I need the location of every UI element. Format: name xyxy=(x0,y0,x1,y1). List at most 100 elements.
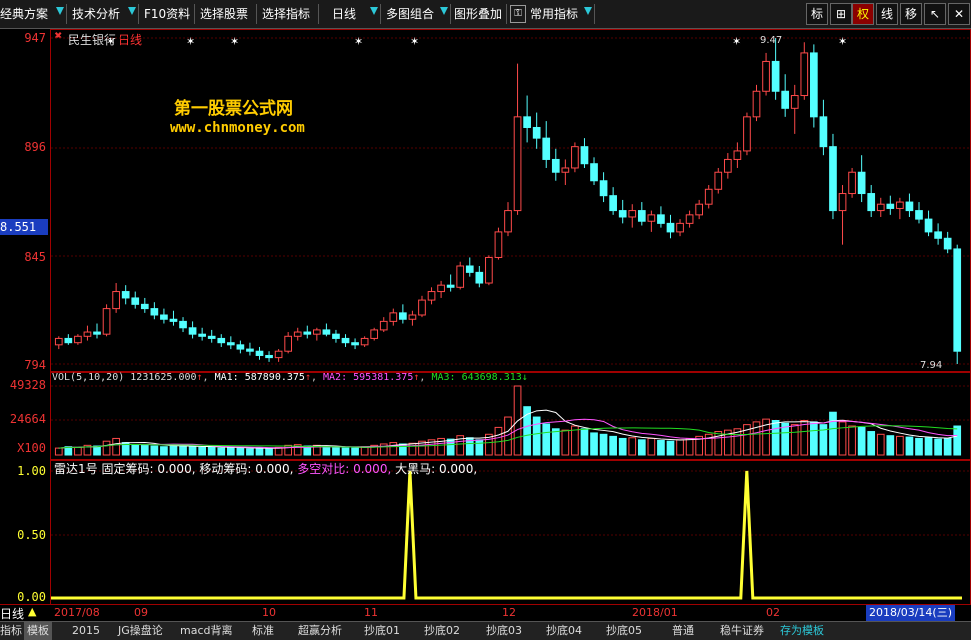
candle-body xyxy=(714,171,723,190)
tab-bottom02[interactable]: 抄底02 xyxy=(424,622,460,640)
candle-body xyxy=(284,335,293,352)
fixed-chips-value: 0.000, xyxy=(157,462,196,476)
date-tick: 2017/08 xyxy=(54,606,100,619)
marker-star-icon: ✶ xyxy=(410,35,419,48)
candle-body xyxy=(628,210,637,218)
candle-body xyxy=(312,329,321,335)
candle-body xyxy=(207,335,216,339)
candle-body xyxy=(876,203,885,212)
ma2-value: 595381.375 xyxy=(353,372,414,383)
tab-super-win[interactable]: 超赢分析 xyxy=(298,622,342,640)
radar-panel[interactable] xyxy=(50,459,971,606)
candle-body xyxy=(265,354,273,359)
tab-bottom03[interactable]: 抄底03 xyxy=(486,622,522,640)
candle-body xyxy=(64,337,73,344)
candle-body xyxy=(74,335,82,344)
ma3-value: 643698.313 xyxy=(461,372,522,383)
candle-body xyxy=(131,297,140,305)
candle-body xyxy=(743,116,751,152)
candle-body xyxy=(953,248,962,352)
candle-body xyxy=(160,314,168,320)
candle-body xyxy=(695,203,704,216)
candle-body xyxy=(571,146,579,169)
candle-body xyxy=(513,116,522,212)
tab-bottom05[interactable]: 抄底05 xyxy=(606,622,642,640)
candle-body xyxy=(580,146,589,165)
candle-body xyxy=(112,291,120,310)
candle-body xyxy=(246,348,254,352)
ma1-label: MA1: xyxy=(214,372,239,383)
candle-body xyxy=(504,210,512,233)
marker-star-icon: ✶ xyxy=(186,35,195,48)
candle-body xyxy=(217,337,226,344)
volume-tick: 49328 xyxy=(9,378,46,392)
candle-body xyxy=(188,327,197,335)
candle-body xyxy=(733,150,742,160)
candle-body xyxy=(236,344,245,350)
tab-standard[interactable]: 标准 xyxy=(252,622,274,640)
candle-body xyxy=(943,237,952,250)
candle-body xyxy=(322,329,331,335)
candle-body xyxy=(848,171,856,195)
candle-body xyxy=(905,201,914,212)
candle-body xyxy=(590,163,598,182)
candle-body xyxy=(657,214,665,224)
candle-body xyxy=(867,193,876,212)
candle-body xyxy=(676,222,684,233)
volume-legend: VOL(5,10,20) 1231625.000↑, MA1: 587890.3… xyxy=(52,372,528,383)
candle-body xyxy=(303,331,312,335)
candle-body xyxy=(561,167,570,173)
ma1-value: 587890.375 xyxy=(244,372,305,383)
candle-body xyxy=(198,333,206,337)
candle-body xyxy=(752,90,761,118)
candle-body xyxy=(723,158,732,173)
candle-body xyxy=(293,331,302,337)
tab-template[interactable]: 模板 xyxy=(24,622,52,640)
volume-tick: X100 xyxy=(17,441,46,455)
candle-body xyxy=(523,116,531,128)
candle-body xyxy=(762,60,770,92)
candle-body xyxy=(896,201,904,209)
tab-indicator[interactable]: 指标 xyxy=(0,622,22,640)
tab-bottom04[interactable]: 抄底04 xyxy=(546,622,582,640)
up-arrow-icon: ↑ xyxy=(196,372,203,383)
tab-2015[interactable]: 2015 xyxy=(72,622,100,640)
candle-body xyxy=(542,137,551,160)
volume-tick: 24664 xyxy=(9,412,46,426)
moving-chips-label: 移动筹码: xyxy=(199,462,252,476)
tab-macd[interactable]: macd背离 xyxy=(180,622,233,640)
tab-wenniu[interactable]: 稳牛证券 xyxy=(720,622,764,640)
candle-body xyxy=(934,231,942,239)
tab-bottom01[interactable]: 抄底01 xyxy=(364,622,400,640)
candle-body xyxy=(790,95,799,109)
volume-indicator-name: VOL(5,10,20) xyxy=(52,372,125,383)
tab-jg[interactable]: JG操盘论 xyxy=(118,622,163,640)
save-template-button[interactable]: 存为模板 xyxy=(780,622,824,640)
candle-body xyxy=(418,299,426,316)
candle-body xyxy=(475,271,484,284)
candle-body xyxy=(379,320,388,331)
date-tick: 02 xyxy=(766,606,780,619)
candle-body xyxy=(829,146,837,212)
triangle-up-icon[interactable]: ▲ xyxy=(28,605,36,618)
bull-bear-value: 0.000, xyxy=(353,462,392,476)
candle-body xyxy=(886,203,895,209)
candle-body xyxy=(924,218,933,233)
candle-body xyxy=(685,214,694,224)
ma3-label: MA3: xyxy=(431,372,456,383)
volume-panel[interactable] xyxy=(50,371,971,461)
volume-value: 1231625.000 xyxy=(130,372,197,383)
big-horse-label: 大黑马: xyxy=(395,462,436,476)
up-arrow-icon: ↑ xyxy=(413,372,420,383)
marker-star-icon: ✶ xyxy=(354,35,363,48)
fixed-chips-label: 固定筹码: xyxy=(101,462,154,476)
radar-tick: 0.00 xyxy=(17,590,46,604)
tab-normal[interactable]: 普通 xyxy=(672,622,694,640)
up-arrow-icon: ↑ xyxy=(304,372,311,383)
marker-star-icon: ✶ xyxy=(230,35,239,48)
candle-body xyxy=(704,188,713,205)
marker-star-icon: ✶ xyxy=(838,35,847,48)
moving-chips-value: 0.000, xyxy=(255,462,294,476)
candle-body xyxy=(800,52,809,97)
low-price-label: 7.94 xyxy=(920,360,943,371)
